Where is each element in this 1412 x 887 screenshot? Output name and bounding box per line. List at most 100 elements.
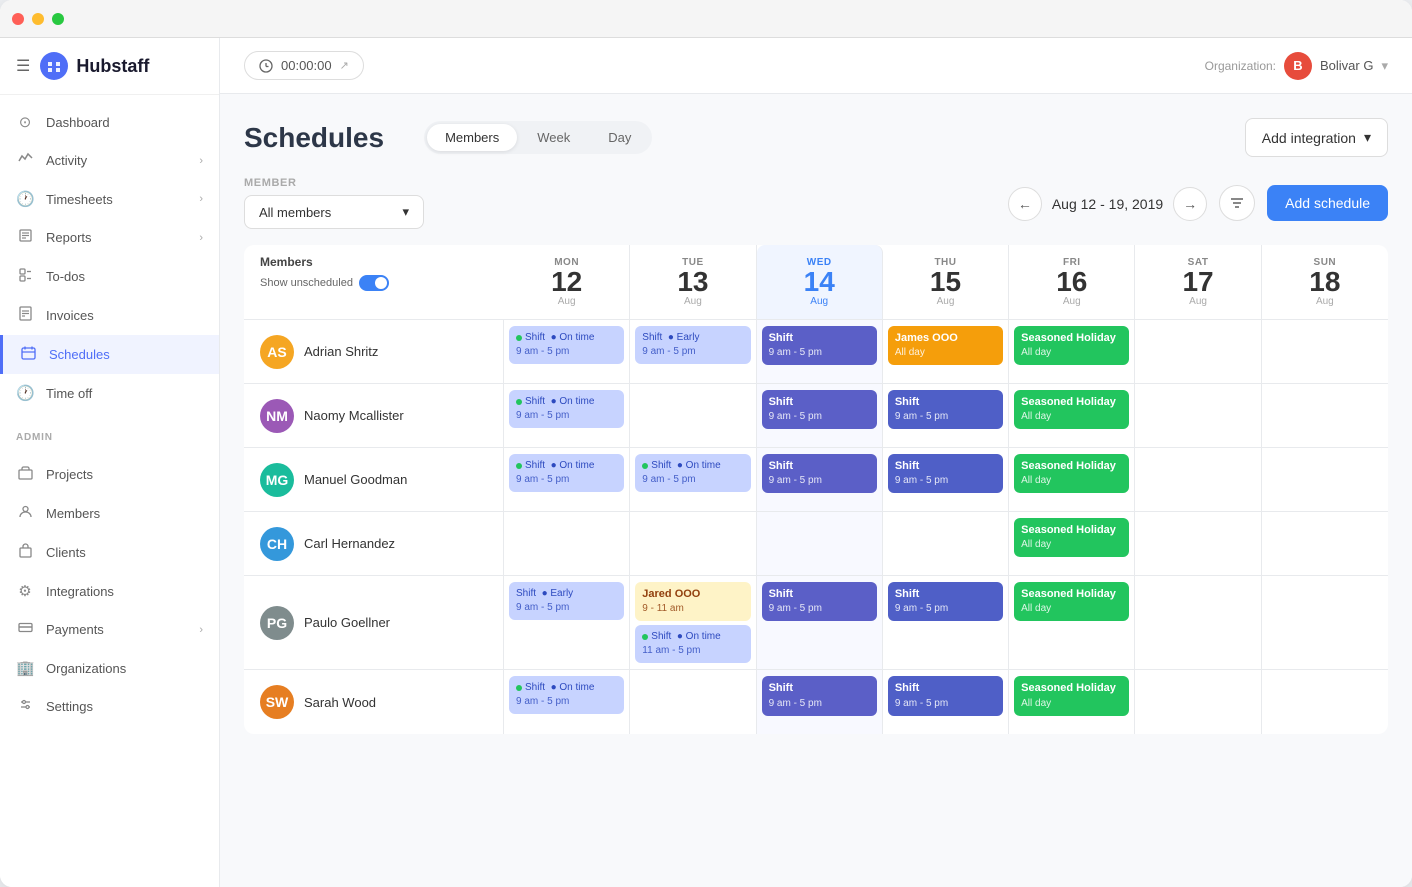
day-cell[interactable] <box>757 512 883 575</box>
maximize-button[interactable] <box>52 13 64 25</box>
sidebar-item-dashboard[interactable]: ⊙ Dashboard <box>0 103 219 141</box>
day-cell[interactable] <box>630 384 756 447</box>
shift-card[interactable]: Shift ● On time 11 am - 5 pm <box>635 625 750 663</box>
day-cell[interactable]: Seasoned Holiday All day <box>1009 512 1135 575</box>
day-cell[interactable]: Jared OOO 9 - 11 am Shift ● On time 11 a… <box>630 576 756 669</box>
day-cell[interactable] <box>630 670 756 734</box>
day-cell[interactable]: Shift 9 am - 5 pm <box>757 384 883 447</box>
sidebar-item-todos[interactable]: To-dos <box>0 257 219 296</box>
shift-card[interactable]: Shift ● On time 9 am - 5 pm <box>509 326 624 364</box>
shift-card[interactable]: Shift ● On time 9 am - 5 pm <box>509 390 624 428</box>
add-integration-button[interactable]: Add integration ▾ <box>1245 118 1388 157</box>
shift-card[interactable]: Shift ● On time 9 am - 5 pm <box>509 454 624 492</box>
shift-card[interactable]: Shift 9 am - 5 pm <box>762 582 877 621</box>
member-filter-dropdown[interactable]: All members ▾ <box>244 195 424 229</box>
day-cell[interactable] <box>1262 576 1388 669</box>
day-cell[interactable]: Seasoned Holiday All day <box>1009 448 1135 511</box>
shift-card[interactable]: Seasoned Holiday All day <box>1014 582 1129 621</box>
shift-card[interactable]: Shift 9 am - 5 pm <box>762 676 877 715</box>
shift-card[interactable]: Shift 9 am - 5 pm <box>762 454 877 493</box>
day-cell[interactable]: Shift ● On time 9 am - 5 pm <box>504 448 630 511</box>
shift-card[interactable]: Shift 9 am - 5 pm <box>762 390 877 429</box>
day-cell[interactable]: Shift 9 am - 5 pm <box>757 670 883 734</box>
shift-card[interactable]: Shift ● On time 9 am - 5 pm <box>509 676 624 714</box>
day-cell[interactable]: Shift ● On time 9 am - 5 pm <box>504 384 630 447</box>
shift-card[interactable]: Shift 9 am - 5 pm <box>888 676 1003 715</box>
day-cell[interactable] <box>504 512 630 575</box>
day-cell[interactable]: Shift ● Early 9 am - 5 pm <box>630 320 756 383</box>
hamburger-icon[interactable]: ☰ <box>16 56 30 76</box>
day-cell[interactable]: Shift 9 am - 5 pm <box>883 576 1009 669</box>
day-cell[interactable] <box>1262 512 1388 575</box>
show-unscheduled[interactable]: Show unscheduled <box>260 275 488 291</box>
tab-day[interactable]: Day <box>590 124 649 151</box>
shift-card[interactable]: Shift 9 am - 5 pm <box>888 390 1003 429</box>
filter-button[interactable] <box>1219 185 1255 221</box>
day-cell[interactable] <box>1135 576 1261 669</box>
next-week-button[interactable]: → <box>1173 187 1207 221</box>
sidebar-item-organizations[interactable]: 🏢 Organizations <box>0 649 219 687</box>
day-cell[interactable]: Seasoned Holiday All day <box>1009 670 1135 734</box>
close-button[interactable] <box>12 13 24 25</box>
shift-card[interactable]: Shift ● Early 9 am - 5 pm <box>509 582 624 620</box>
shift-card[interactable]: Shift ● On time 9 am - 5 pm <box>635 454 750 492</box>
minimize-button[interactable] <box>32 13 44 25</box>
day-cell[interactable] <box>1262 384 1388 447</box>
shift-card[interactable]: Shift 9 am - 5 pm <box>888 454 1003 493</box>
shift-card[interactable]: Shift ● Early 9 am - 5 pm <box>635 326 750 364</box>
timer-widget[interactable]: 00:00:00 ↗ <box>244 51 364 80</box>
shift-card[interactable]: James OOO All day <box>888 326 1003 365</box>
shift-card[interactable]: Seasoned Holiday All day <box>1014 454 1129 493</box>
shift-card[interactable]: Seasoned Holiday All day <box>1014 326 1129 365</box>
day-cell[interactable] <box>1262 670 1388 734</box>
sidebar-item-activity[interactable]: Activity › <box>0 141 219 180</box>
add-schedule-button[interactable]: Add schedule <box>1267 185 1388 221</box>
day-cell[interactable]: Seasoned Holiday All day <box>1009 320 1135 383</box>
day-cell[interactable]: Shift ● On time 9 am - 5 pm <box>504 670 630 734</box>
day-cell[interactable]: Seasoned Holiday All day <box>1009 384 1135 447</box>
day-cell[interactable] <box>883 512 1009 575</box>
sidebar-item-projects[interactable]: Projects <box>0 455 219 494</box>
day-cell[interactable] <box>1135 320 1261 383</box>
shift-card[interactable]: Seasoned Holiday All day <box>1014 676 1129 715</box>
sidebar-item-members[interactable]: Members <box>0 494 219 533</box>
shift-card[interactable]: Shift 9 am - 5 pm <box>762 326 877 365</box>
shift-card[interactable]: Shift 9 am - 5 pm <box>888 582 1003 621</box>
day-cell[interactable] <box>1135 670 1261 734</box>
day-cell[interactable]: Shift 9 am - 5 pm <box>757 320 883 383</box>
sidebar-item-payments[interactable]: Payments › <box>0 610 219 649</box>
sidebar-item-timeoff[interactable]: 🕐 Time off <box>0 374 219 412</box>
unscheduled-toggle[interactable] <box>359 275 389 291</box>
tab-members[interactable]: Members <box>427 124 517 151</box>
sidebar-item-settings[interactable]: Settings <box>0 687 219 726</box>
day-cell[interactable]: Shift 9 am - 5 pm <box>757 576 883 669</box>
sidebar-item-reports[interactable]: Reports › <box>0 218 219 257</box>
day-cell[interactable] <box>1135 384 1261 447</box>
day-cell[interactable]: James OOO All day <box>883 320 1009 383</box>
day-cell[interactable]: Seasoned Holiday All day <box>1009 576 1135 669</box>
day-cell[interactable]: Shift 9 am - 5 pm <box>883 448 1009 511</box>
day-cell[interactable] <box>1135 448 1261 511</box>
day-cell[interactable]: Shift ● On time 9 am - 5 pm <box>630 448 756 511</box>
sidebar-item-invoices[interactable]: Invoices <box>0 296 219 335</box>
sidebar-item-integrations[interactable]: ⚙ Integrations <box>0 572 219 610</box>
shift-card[interactable]: Seasoned Holiday All day <box>1014 518 1129 557</box>
sidebar-item-clients[interactable]: Clients <box>0 533 219 572</box>
sidebar-item-timesheets[interactable]: 🕐 Timesheets › <box>0 180 219 218</box>
shift-card[interactable]: Seasoned Holiday All day <box>1014 390 1129 429</box>
day-cell[interactable] <box>1262 448 1388 511</box>
sidebar-item-schedules[interactable]: Schedules <box>0 335 219 374</box>
member-cell-sarah: SW Sarah Wood <box>244 670 504 734</box>
prev-week-button[interactable]: ← <box>1008 187 1042 221</box>
org-dropdown-icon[interactable]: ▾ <box>1381 58 1388 74</box>
day-cell[interactable]: Shift 9 am - 5 pm <box>883 670 1009 734</box>
day-cell[interactable] <box>1262 320 1388 383</box>
tab-week[interactable]: Week <box>519 124 588 151</box>
day-cell[interactable] <box>1135 512 1261 575</box>
day-cell[interactable] <box>630 512 756 575</box>
day-cell[interactable]: Shift ● On time 9 am - 5 pm <box>504 320 630 383</box>
day-cell[interactable]: Shift 9 am - 5 pm <box>883 384 1009 447</box>
day-cell[interactable]: Shift 9 am - 5 pm <box>757 448 883 511</box>
day-cell[interactable]: Shift ● Early 9 am - 5 pm <box>504 576 630 669</box>
shift-card[interactable]: Jared OOO 9 - 11 am <box>635 582 750 621</box>
